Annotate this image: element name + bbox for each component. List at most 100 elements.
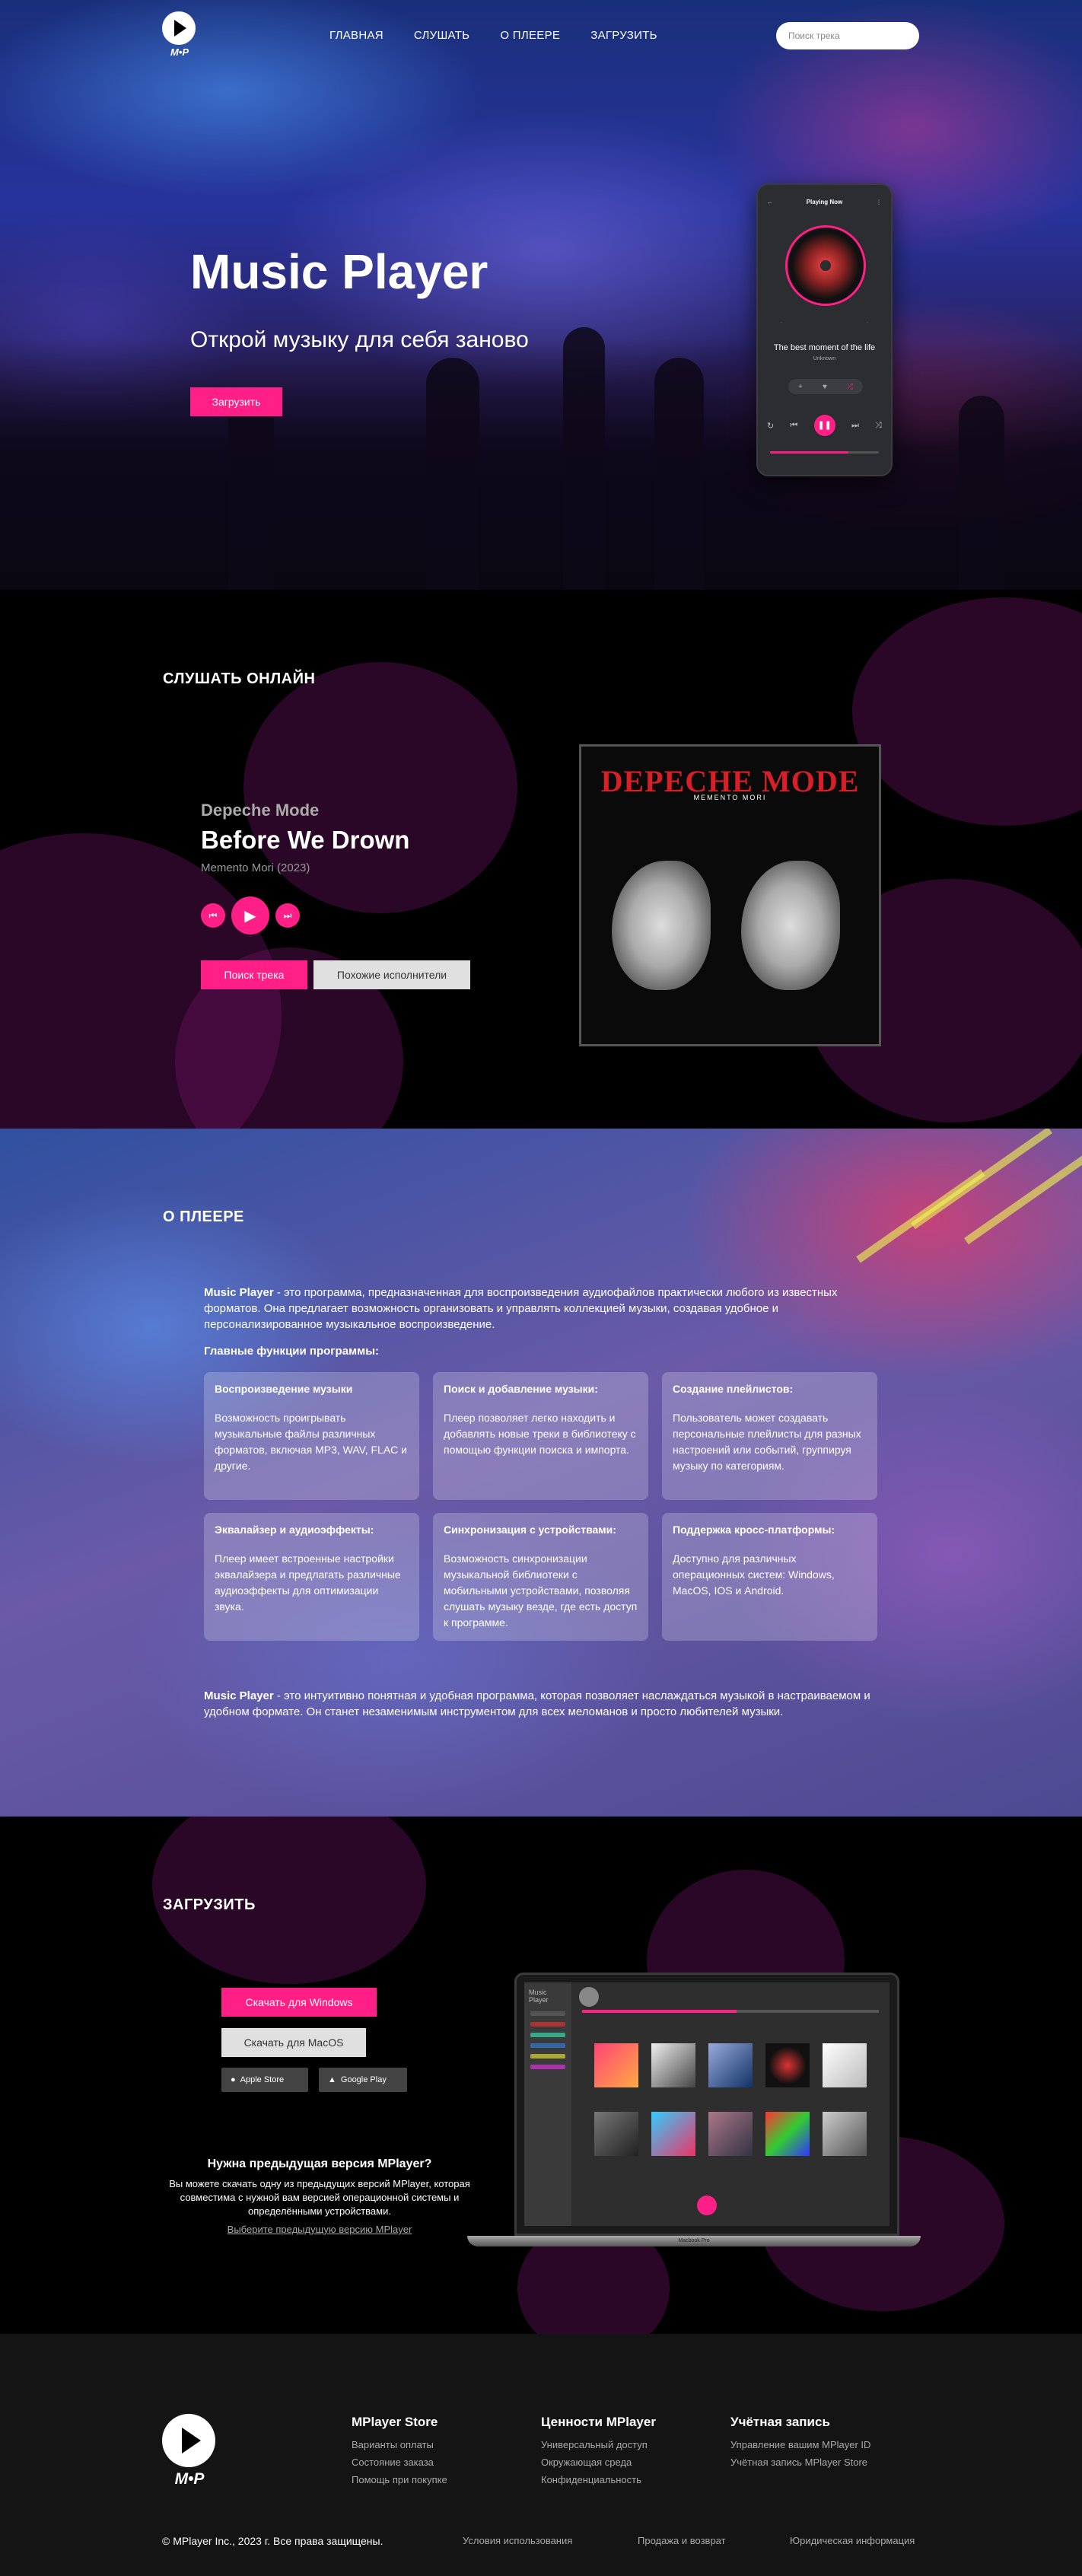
apple-store-button[interactable]: ● Apple Store [221,2068,308,2092]
app-avatar [579,1987,599,2007]
add-icon: + [798,382,803,391]
footer-link[interactable]: Окружающая среда [541,2457,656,2468]
footer-link[interactable]: Конфиденциальность [541,2474,656,2485]
shuffle-icon: ⤨ [875,420,882,430]
album-tile [651,2112,695,2156]
footer-link[interactable]: Помощь при покупке [352,2474,447,2485]
about-section: О ПЛЕЕРЕ Music Player - это программа, п… [0,1129,1082,1817]
download-windows-button[interactable]: Скачать для Windows [221,1988,377,2017]
feature-card: Синхронизация с устройствами: Возможност… [433,1513,648,1641]
download-macos-button[interactable]: Скачать для MacOS [221,2028,366,2057]
back-arrow-icon: ← [767,199,773,205]
footer-link[interactable]: Универсальный доступ [541,2439,656,2450]
play-logo-icon [162,2414,215,2467]
feature-text: Возможность синхронизации музыкальной би… [444,1552,638,1629]
decor-blob [852,597,1082,826]
album-tile [594,2043,638,2087]
previous-button[interactable]: ⏮ [201,903,225,928]
wing-image [612,861,711,990]
app-title: Music Player [529,1989,549,2004]
footer-bottom-link-sales[interactable]: Продажа и возврат [638,2535,726,2546]
feature-card: Эквалайзер и аудиоэффекты: Плеер имеет в… [204,1513,419,1641]
logo[interactable]: M•P [162,11,197,60]
footer-link[interactable]: Учётная запись MPlayer Store [730,2457,870,2468]
feature-card: Поддержка кросс-платформы: Доступно для … [662,1513,877,1641]
nav-link-listen[interactable]: СЛУШАТЬ [414,29,469,42]
play-button[interactable]: ▶ [231,896,269,935]
feature-title: Создание плейлистов: [673,1383,794,1395]
app-play-button [697,2195,717,2215]
hero-title: Music Player [190,244,488,299]
decor-stripe [911,1129,1052,1230]
hero-section: M•P ГЛАВНАЯ СЛУШАТЬ О ПЛЕЕРЕ ЗАГРУЗИТЬ M… [0,0,1082,590]
search-input[interactable] [776,22,919,49]
play-logo-icon [162,11,196,45]
footer-bottom-link-legal[interactable]: Юридическая информация [790,2535,915,2546]
footer-bottom-link-terms[interactable]: Условия использования [463,2535,572,2546]
vinyl-disc-image [785,225,866,306]
previous-icon: ⏮ [790,420,798,430]
outro-text: - это интуитивно понятная и удобная прог… [204,1689,870,1718]
hero-download-button[interactable]: Загрузить [190,387,282,416]
copyright: © MPlayer Inc., 2023 г. Все права защище… [162,2535,383,2547]
album-tile [708,2112,753,2156]
about-outro: Music Player - это интуитивно понятная и… [204,1688,881,1720]
footer-column-store: MPlayer Store Варианты оплаты Состояние … [352,2415,447,2492]
phone-controls: ↻ ⏮ ❚❚ ⏭ ⤨ [767,415,882,436]
previous-version-link[interactable]: Выберите предыдущую версию MPlayer [167,2224,472,2235]
feature-text: Пользователь может создавать персональны… [673,1412,861,1472]
logo-text: M•P [170,46,189,58]
download-section: ЗАГРУЗИТЬ Скачать для Windows Скачать дл… [0,1817,1082,2334]
nav-link-about[interactable]: О ПЛЕЕРЕ [500,29,560,42]
phone-artist: Unknown [813,356,836,361]
sidebar-item [530,2033,565,2037]
previous-version-text: Вы можете скачать одну из предыдущих вер… [169,2178,470,2217]
decor-blob [243,662,517,913]
about-intro: Music Player - это программа, предназнач… [204,1285,881,1333]
cover-subtitle: MEMENTO MORI [693,794,767,801]
next-button[interactable]: ⏭ [275,903,300,928]
search-track-button[interactable]: Поиск трека [201,960,307,989]
apple-icon: ● [231,2075,236,2084]
footer-logo[interactable]: M•P [162,2414,217,2488]
feature-title: Эквалайзер и аудиоэффекты: [215,1524,374,1536]
outro-brand: Music Player [204,1689,274,1702]
phone-mockup: ← Playing Now ⋮ · · The best moment of th… [756,183,893,476]
album-tile [765,2112,810,2156]
footer-link[interactable]: Управление вашим MPlayer ID [730,2439,870,2450]
footer-link[interactable]: Варианты оплаты [352,2439,447,2450]
laptop-base: Macbook Pro [467,2236,921,2246]
google-play-button[interactable]: ▲ Google Play [319,2068,407,2092]
feature-text: Возможность проигрывать музыкальные файл… [215,1412,407,1472]
app-progress-bar [582,2010,879,2013]
feature-title: Воспроизведение музыки [215,1383,353,1395]
app-sidebar: Music Player [524,1982,571,2226]
nav-link-download[interactable]: ЗАГРУЗИТЬ [590,29,657,42]
footer-column-account: Учётная запись Управление вашим MPlayer … [730,2415,870,2474]
repeat-icon: ↻ [767,421,775,431]
crowd-hand [654,358,704,590]
decor-stripe [964,1142,1082,1245]
similar-artists-button[interactable]: Похожие исполнители [313,960,470,989]
laptop-screen: Music Player [524,1982,889,2226]
listen-title: СЛУШАТЬ ОНЛАЙН [163,670,316,687]
intro-brand: Music Player [204,1286,274,1299]
phone-header: Playing Now [806,199,843,205]
crowd-hand [959,396,1004,590]
feature-title: Поддержка кросс-платформы: [673,1524,835,1536]
laptop-label: Macbook Pro [678,2238,710,2243]
footer-column-title: Учётная запись [730,2415,830,2429]
crowd-hand [426,358,479,590]
album-tile [823,2043,867,2087]
footer-link[interactable]: Состояние заказа [352,2457,447,2468]
apple-store-label: Apple Store [240,2075,285,2084]
next-icon: ⏭ [283,909,292,921]
sidebar-item [530,2043,565,2048]
intro-text: - это программа, предназначенная для вос… [204,1286,838,1331]
main-nav: ГЛАВНАЯ СЛУШАТЬ О ПЛЕЕРЕ ЗАГРУЗИТЬ [329,29,657,42]
next-icon: ⏭ [851,420,859,430]
shuffle-icon: ⤮ [846,382,853,391]
nav-link-home[interactable]: ГЛАВНАЯ [329,29,383,42]
phone-times: · · [781,320,868,325]
app-progress-fill [582,2010,737,2013]
